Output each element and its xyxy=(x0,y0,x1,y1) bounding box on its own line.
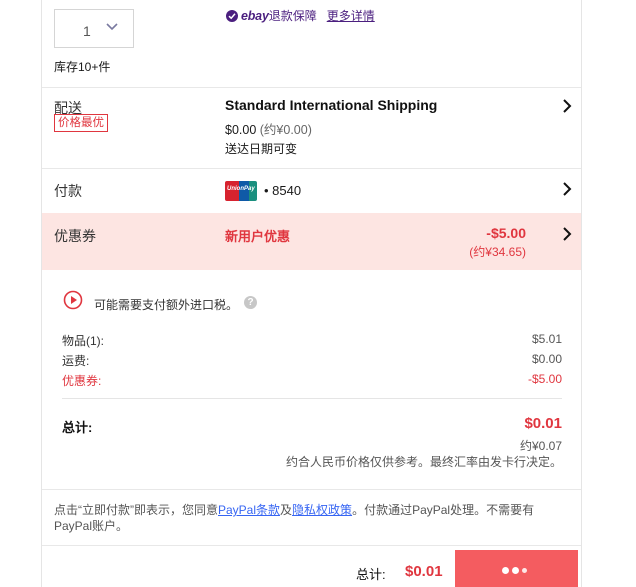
shipping-price-usd: $0.00 xyxy=(225,123,257,137)
coupon-amount-cny: (约¥34.65) xyxy=(469,245,526,259)
pay-now-button[interactable] xyxy=(455,550,578,587)
chevron-right-icon[interactable] xyxy=(562,99,572,113)
guarantee-label: 退款保障 xyxy=(268,9,317,23)
divider xyxy=(42,489,581,490)
shipping-cost-label: 运费: xyxy=(62,354,90,368)
quantity-value: 1 xyxy=(83,23,91,39)
paypal-terms-link[interactable]: PayPal条款 xyxy=(218,503,280,517)
exchange-rate-note: 约合人民币价格仅供参考。最终汇率由发卡行决定。 xyxy=(285,455,562,469)
guarantee-details-link[interactable]: 更多详情 xyxy=(327,7,375,24)
stock-status: 库存10+件 xyxy=(54,60,111,74)
divider xyxy=(42,168,581,169)
divider xyxy=(42,545,581,546)
card-number: • 8540 xyxy=(264,183,302,198)
shipping-method: Standard International Shipping xyxy=(225,97,438,113)
import-duty-note: 可能需要支付额外进口税。 xyxy=(94,298,239,312)
play-circle-icon xyxy=(63,290,83,310)
unionpay-icon: UnionPay xyxy=(225,181,257,201)
help-icon[interactable]: ? xyxy=(244,296,257,309)
terms-notice: 点击“立即付款”即表示，您同意PayPal条款及隐私权政策。付款通过PayPal… xyxy=(54,502,569,534)
coupon-row[interactable] xyxy=(42,213,581,270)
coupon-amount: -$5.00 xyxy=(486,225,526,241)
footer-total-value: $0.01 xyxy=(405,563,443,580)
total-label: 总计: xyxy=(62,420,93,435)
best-price-badge: 价格最优 xyxy=(54,114,108,132)
money-back-guarantee: ebay 退款保障 更多详情 xyxy=(226,7,375,24)
payment-label: 付款 xyxy=(54,183,82,199)
shipping-cost-value: $0.00 xyxy=(531,352,562,366)
coupon-summary-label: 优惠券: xyxy=(62,374,102,388)
coupon-name: 新用户优惠 xyxy=(225,229,291,244)
total-value-cny: 约¥0.07 xyxy=(519,439,562,453)
shipping-price-cny: (约¥0.00) xyxy=(259,123,312,137)
coupon-summary-value: -$5.00 xyxy=(527,372,562,386)
ebay-brand: ebay xyxy=(241,8,269,23)
items-value: $5.01 xyxy=(531,332,562,346)
loading-dots-icon xyxy=(502,567,527,574)
delivery-date: 送达日期可变 xyxy=(225,142,298,156)
chevron-right-icon[interactable] xyxy=(562,227,572,241)
chevron-right-icon[interactable] xyxy=(562,182,572,196)
divider xyxy=(62,398,562,399)
items-label: 物品(1): xyxy=(62,334,105,348)
verified-check-icon xyxy=(226,9,238,22)
divider xyxy=(42,87,581,88)
total-value: $0.01 xyxy=(524,415,562,432)
coupon-label: 优惠券 xyxy=(54,228,96,244)
shipping-price: $0.00 (约¥0.00) xyxy=(225,119,312,138)
terms-prefix: 点击“立即付款”即表示，您同意 xyxy=(54,503,218,517)
footer-total-label: 总计: xyxy=(356,567,386,582)
chevron-down-icon xyxy=(106,23,118,31)
terms-mid: 及 xyxy=(280,503,293,517)
privacy-policy-link[interactable]: 隐私权政策 xyxy=(292,503,352,517)
quantity-select[interactable]: 1 xyxy=(54,9,134,48)
